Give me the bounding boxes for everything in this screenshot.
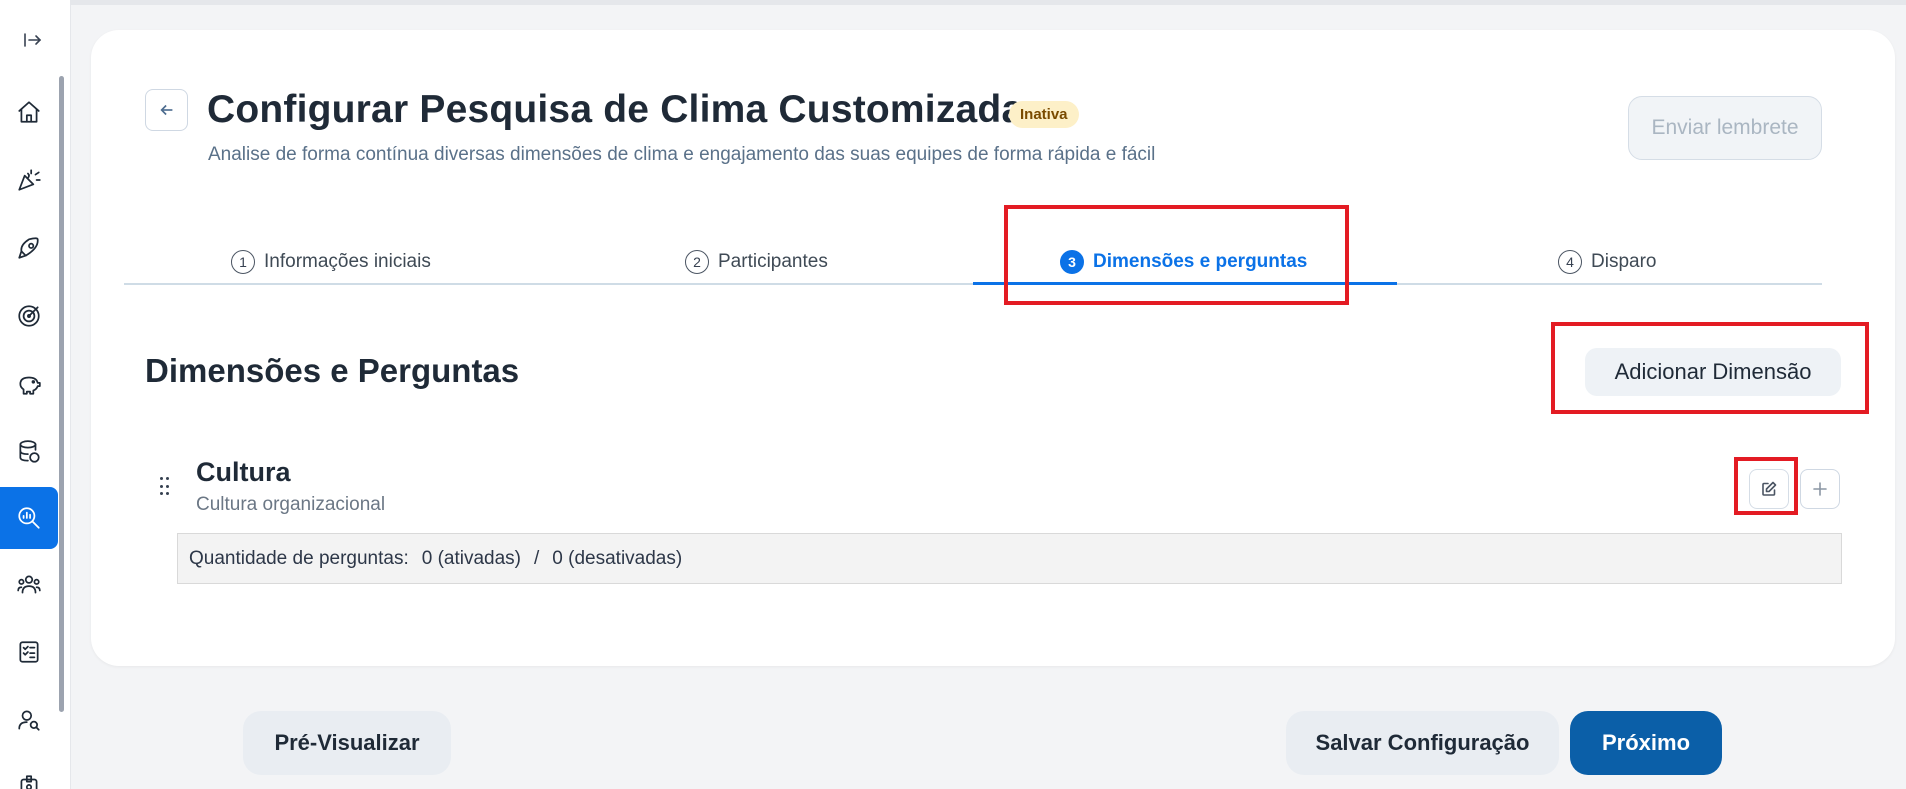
dimension-name: Cultura (196, 457, 291, 487)
step-number: 3 (1060, 250, 1084, 274)
send-reminder-button[interactable]: Enviar lembrete (1628, 96, 1822, 160)
step-label: Disparo (1591, 251, 1657, 272)
question-count-bar: Quantidade de perguntas: 0 (ativadas) / … (177, 533, 1842, 584)
edit-dimension-button[interactable] (1749, 469, 1789, 509)
sidebar-item-data[interactable] (0, 421, 58, 483)
badge-icon (20, 775, 38, 789)
dimension-description: Cultura organizacional (196, 494, 386, 515)
step-label: Dimensões e perguntas (1093, 251, 1308, 272)
plus-icon (1813, 482, 1827, 496)
sidebar (0, 0, 71, 789)
drag-handle-icon[interactable] (160, 477, 172, 497)
status-badge: Inativa (1009, 101, 1079, 128)
back-button[interactable] (145, 89, 188, 131)
active-question-count: 0 (ativadas) (421, 547, 522, 569)
save-configuration-button[interactable]: Salvar Configuração (1286, 711, 1559, 775)
sidebar-item-badge[interactable] (0, 755, 58, 789)
expand-sidebar-icon[interactable] (16, 26, 50, 54)
sidebar-item-benefits[interactable] (0, 353, 58, 415)
target-icon (18, 305, 40, 327)
sidebar-item-people[interactable] (0, 689, 58, 751)
piggy-bank-icon (19, 376, 41, 395)
step-number: 2 (685, 250, 709, 274)
arrow-left-icon (159, 104, 172, 116)
preview-button[interactable]: Pré-Visualizar (243, 711, 451, 775)
add-dimension-button[interactable]: Adicionar Dimensão (1585, 348, 1841, 396)
question-count-label: Quantidade de perguntas: (189, 547, 409, 569)
sidebar-item-surveys[interactable] (0, 487, 58, 549)
tab-initial-info[interactable]: 1 Informações iniciais (231, 242, 431, 282)
edit-icon (1762, 481, 1777, 496)
inactive-question-count: 0 (desativadas) (552, 547, 683, 569)
sidebar-item-checklist[interactable] (0, 621, 58, 683)
database-icon (19, 440, 40, 463)
page-subtitle: Analise de forma contínua diversas dimen… (208, 144, 1156, 165)
section-title: Dimensões e Perguntas (145, 352, 520, 389)
search-chart-icon (18, 507, 40, 529)
sidebar-item-celebration[interactable] (0, 149, 58, 211)
user-search-icon (18, 710, 40, 731)
sidebar-item-goals[interactable] (0, 285, 58, 347)
home-icon (18, 101, 40, 123)
step-number: 4 (1558, 250, 1582, 274)
next-button[interactable]: Próximo (1570, 711, 1722, 775)
tab-participants[interactable]: 2 Participantes (685, 242, 828, 282)
celebration-icon (18, 169, 41, 191)
checklist-icon (19, 641, 39, 663)
team-icon (17, 575, 41, 594)
tab-dimensions-questions[interactable]: 3 Dimensões e perguntas (1060, 242, 1307, 282)
rocket-icon (18, 237, 39, 259)
add-question-button[interactable] (1800, 469, 1840, 509)
page-title: Configurar Pesquisa de Clima Customizada (207, 88, 1024, 131)
sidebar-item-rocket[interactable] (0, 217, 58, 279)
step-number: 1 (231, 250, 255, 274)
tab-dispatch[interactable]: 4 Disparo (1558, 242, 1656, 282)
top-border (71, 0, 1906, 5)
count-separator: / (534, 547, 540, 569)
active-tab-indicator (973, 282, 1397, 285)
step-label: Participantes (718, 251, 828, 272)
sidebar-item-home[interactable] (0, 81, 58, 143)
sidebar-scrollbar[interactable] (59, 76, 64, 712)
step-label: Informações iniciais (264, 251, 431, 272)
sidebar-item-team[interactable] (0, 553, 58, 615)
